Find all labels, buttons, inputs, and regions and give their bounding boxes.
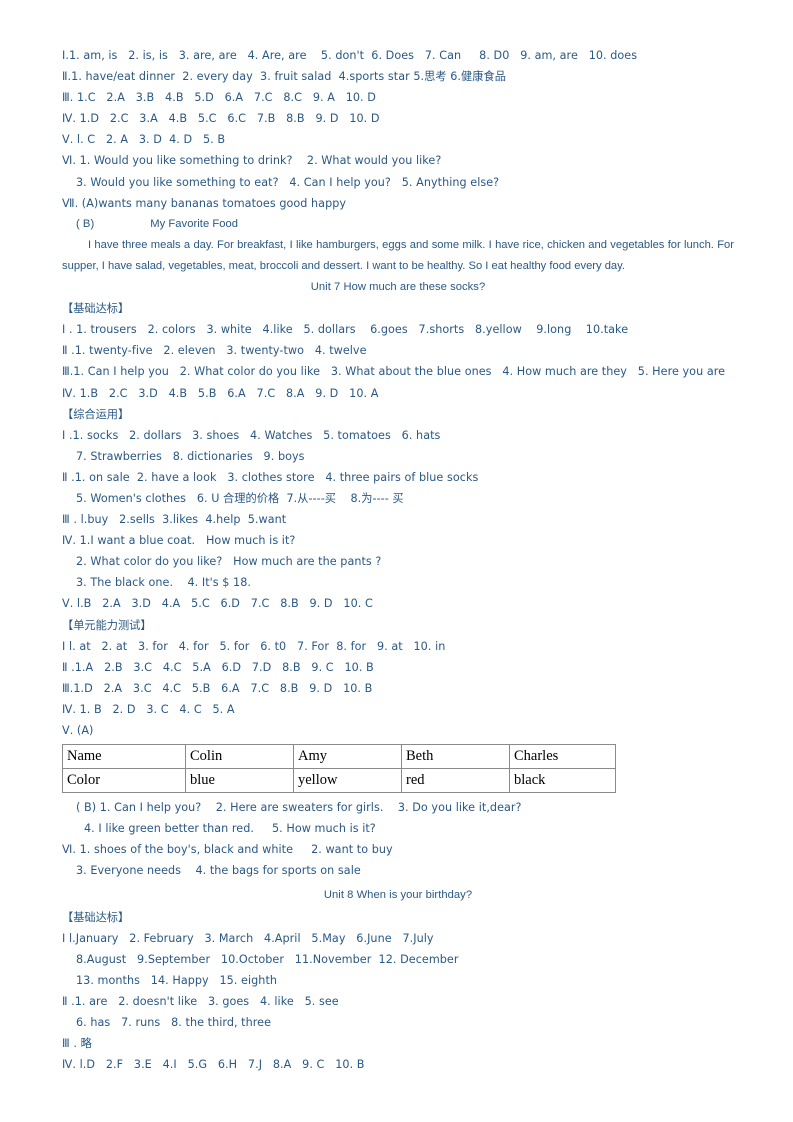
u8-basic-line-1: Ⅰ l.January 2. February 3. March 4.April…	[62, 931, 434, 945]
reading-title: My Favorite Food	[150, 217, 239, 230]
unit7-basic-label: 【基础达标】	[62, 302, 130, 316]
u7-basic-line-1: Ⅰ . 1. trousers 2. colors 3. white 4.lik…	[62, 323, 629, 337]
u7-test-line-9: 3. Everyone needs 4. the bags for sports…	[76, 864, 361, 878]
u7-basic-line-2: Ⅱ .1. twenty-five 2. eleven 3. twenty-tw…	[62, 344, 367, 358]
unit7-heading: Unit 7 How much are these socks?	[310, 281, 486, 294]
table-cell: Amy	[293, 744, 402, 770]
unit7-comprehensive-label: 【综合运用】	[62, 407, 130, 421]
answer-line-u6-7: 3. Would you like something to eat? 4. C…	[76, 175, 500, 189]
reading-section-label: ( B)	[76, 217, 95, 230]
u7-comp-line-2: 7. Strawberries 8. dictionaries 9. boys	[76, 449, 305, 463]
document-body: Ⅰ.1. am, is 2. is, is 3. are, are 4. Are…	[62, 45, 734, 1075]
u7-comp-line-7: 2. What color do you like? How much are …	[76, 555, 382, 569]
table-cell: blue	[185, 768, 294, 794]
answer-line-u6-8: Ⅶ. (A)wants many bananas tomatoes good h…	[62, 196, 347, 210]
table-cell: Colin	[185, 744, 294, 770]
u7-test-line-3: Ⅲ.1.D 2.A 3.C 4.C 5.B 6.A 7.C 8.B 9. D 1…	[62, 681, 373, 695]
u7-comp-line-6: Ⅳ. 1.I want a blue coat. How much is it?	[62, 534, 296, 548]
u7-test-line-5: Ⅴ. (A)	[62, 724, 94, 737]
u7-test-line-4: Ⅳ. 1. B 2. D 3. C 4. C 5. A	[62, 702, 235, 716]
answer-line-u6-4: Ⅳ. 1.D 2.C 3.A 4.B 5.C 6.C 7.B 8.B 9. D …	[62, 112, 380, 126]
u7-comp-line-5: Ⅲ . l.buy 2.sells 3.likes 4.help 5.want	[62, 513, 287, 527]
unit8-basic-label: 【基础达标】	[62, 910, 130, 924]
u7-comp-line-1: Ⅰ .1. socks 2. dollars 3. shoes 4. Watch…	[62, 428, 441, 442]
table-cell: Charles	[509, 744, 616, 770]
table-cell: yellow	[293, 768, 402, 794]
u7-comp-line-4: 5. Women's clothes 6. U 合理的价格 7.从----买 8…	[76, 491, 404, 505]
u7-basic-line-3: Ⅲ.1. Can I help you 2. What color do you…	[62, 365, 726, 379]
unit7-unittest-label: 【单元能力测试】	[62, 618, 152, 632]
table-cell: Color	[62, 768, 186, 794]
u7-basic-line-4: Ⅳ. 1.B 2.C 3.D 4.B 5.B 6.A 7.C 8.A 9. D …	[62, 386, 379, 400]
name-color-table: Name Colin Amy Beth Charles Color blue y…	[62, 744, 616, 794]
answer-line-u6-5: Ⅴ. l. C 2. A 3. D 4. D 5. B	[62, 133, 226, 147]
u7-test-line-7: 4. I like green better than red. 5. How …	[84, 822, 376, 836]
u8-basic-line-7: Ⅳ. l.D 2.F 3.E 4.I 5.G 6.H 7.J 8.A 9. C …	[62, 1058, 365, 1072]
reading-passage: I have three meals a day. For breakfast,…	[62, 235, 734, 277]
u8-basic-line-6: Ⅲ . 略	[62, 1037, 92, 1051]
answer-line-u6-3: Ⅲ. 1.C 2.A 3.B 4.B 5.D 6.A 7.C 8.C 9. A …	[62, 91, 376, 105]
unit8-heading: Unit 8 When is your birthday?	[323, 889, 473, 902]
table-cell: Beth	[401, 744, 510, 770]
u8-basic-line-3: 13. months 14. Happy 15. eighth	[76, 973, 278, 987]
table-cell: black	[509, 768, 616, 794]
u8-basic-line-5: 6. has 7. runs 8. the third, three	[76, 1016, 272, 1030]
u7-comp-line-8: 3. The black one. 4. It's $ 18.	[76, 576, 251, 590]
u8-basic-line-4: Ⅱ .1. are 2. doesn't like 3. goes 4. lik…	[62, 994, 339, 1008]
table-cell: Name	[62, 744, 186, 770]
u7-test-line-2: Ⅱ .1.A 2.B 3.C 4.C 5.A 6.D 7.D 8.B 9. C …	[62, 660, 374, 674]
reading-heading-line: ( B) My Favorite Food	[62, 214, 734, 235]
u8-basic-line-2: 8.August 9.September 10.October 11.Novem…	[76, 952, 459, 966]
u7-test-line-6: ( B) 1. Can I help you? 2. Here are swea…	[76, 801, 522, 815]
document-page: Ⅰ.1. am, is 2. is, is 3. are, are 4. Are…	[0, 0, 793, 1122]
u7-comp-line-3: Ⅱ .1. on sale 2. have a look 3. clothes …	[62, 470, 479, 484]
table-row: Color blue yellow red black	[62, 768, 616, 794]
u7-test-line-8: Ⅵ. 1. shoes of the boy's, black and whit…	[62, 843, 393, 857]
table-cell: red	[401, 768, 510, 794]
answer-line-u6-1: Ⅰ.1. am, is 2. is, is 3. are, are 4. Are…	[62, 49, 638, 62]
answer-line-u6-6: Ⅵ. 1. Would you like something to drink?…	[62, 154, 442, 168]
reading-passage-text: I have three meals a day. For breakfast,…	[62, 238, 734, 272]
u7-test-line-1: Ⅰ l. at 2. at 3. for 4. for 5. for 6. t0…	[62, 639, 446, 653]
answer-line-u6-2: Ⅱ.1. have/eat dinner 2. every day 3. fru…	[62, 70, 506, 84]
table-row: Name Colin Amy Beth Charles	[62, 744, 616, 770]
u7-comp-line-9: Ⅴ. l.B 2.A 3.D 4.A 5.C 6.D 7.C 8.B 9. D …	[62, 597, 373, 611]
